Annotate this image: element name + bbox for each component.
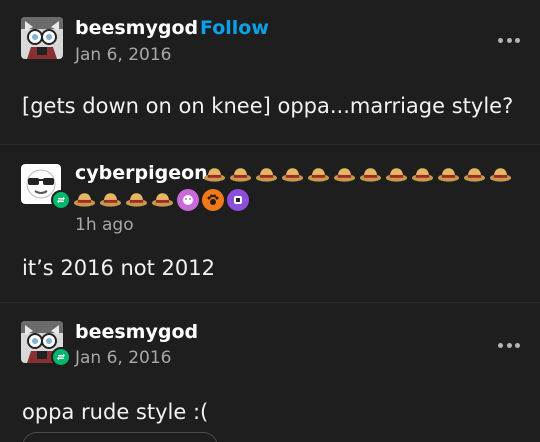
post-username[interactable]: beesmygod bbox=[75, 17, 198, 39]
orange-paw-icon bbox=[202, 189, 224, 211]
original-post: beesmygod Follow Jan 6, 2016 [gets down … bbox=[0, 0, 540, 144]
hat-icon bbox=[99, 193, 122, 207]
hat-icon bbox=[489, 168, 512, 182]
reblog-timestamp[interactable]: 1h ago bbox=[75, 215, 134, 235]
more-horizontal-icon[interactable] bbox=[498, 36, 520, 44]
post-date[interactable]: Jan 6, 2016 bbox=[75, 45, 172, 65]
reblog-body: it’s 2016 not 2012 bbox=[22, 256, 215, 280]
hat-icon bbox=[151, 193, 174, 207]
hat-icon bbox=[333, 168, 356, 182]
hat-icon bbox=[125, 193, 148, 207]
hat-icon bbox=[229, 168, 252, 182]
beesmygod-avatar-image bbox=[21, 17, 63, 59]
hat-icon bbox=[359, 168, 382, 182]
hat-icon bbox=[307, 168, 330, 182]
reblog-entry: cyberpigeon 1h ago it’s 2016 not 2012 bbox=[0, 144, 540, 302]
hat-icon bbox=[203, 168, 226, 182]
hat-icon bbox=[437, 168, 460, 182]
follow-button[interactable]: Follow bbox=[200, 17, 269, 39]
hat-icon bbox=[73, 193, 96, 207]
badge-row-1 bbox=[203, 164, 512, 184]
hat-icon bbox=[281, 168, 304, 182]
reblog-icon bbox=[51, 190, 71, 210]
reblog-username[interactable]: cyberpigeon bbox=[75, 162, 208, 184]
reblog-body: oppa rude style :( bbox=[22, 400, 209, 424]
badge-row-2 bbox=[73, 189, 249, 211]
reblog-username[interactable]: beesmygod bbox=[75, 321, 198, 343]
reblog-icon bbox=[51, 347, 71, 367]
pink-sticker-icon bbox=[177, 189, 199, 211]
cut-off-pill-button[interactable] bbox=[22, 432, 218, 442]
post-body: [gets down on on knee] oppa...marriage s… bbox=[22, 94, 514, 118]
hat-icon bbox=[411, 168, 434, 182]
reblog-date[interactable]: Jan 6, 2016 bbox=[75, 348, 172, 368]
purple-sticker-icon bbox=[227, 189, 249, 211]
avatar[interactable] bbox=[21, 17, 63, 59]
reblog-entry: beesmygod Jan 6, 2016 oppa rude style :( bbox=[0, 303, 540, 442]
hat-icon bbox=[463, 168, 486, 182]
more-horizontal-icon[interactable] bbox=[498, 341, 520, 349]
hat-icon bbox=[385, 168, 408, 182]
hat-icon bbox=[255, 168, 278, 182]
